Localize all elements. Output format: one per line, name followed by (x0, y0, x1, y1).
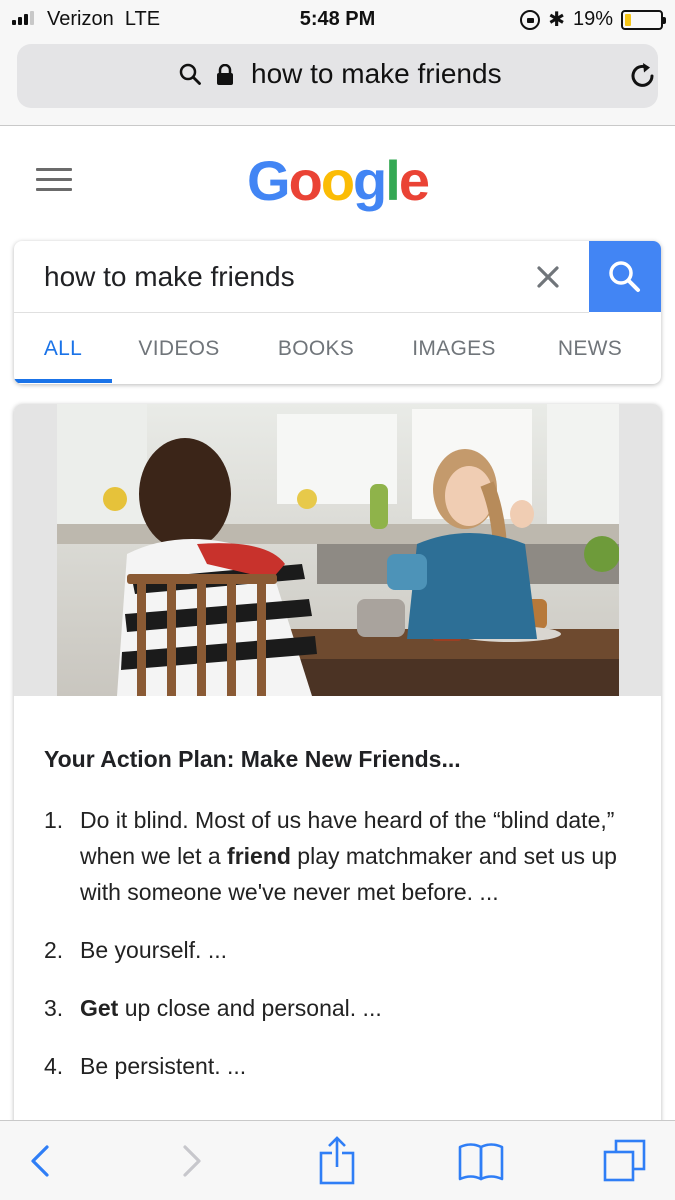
step-item: 1. Do it blind. Most of us have heard of … (44, 802, 624, 910)
battery-icon (621, 9, 666, 30)
bluetooth-icon: ✱ (548, 9, 565, 31)
share-icon[interactable] (312, 1135, 362, 1187)
carrier-label: Verizon LTE (47, 8, 161, 30)
action-steps-list: 1. Do it blind. Most of us have heard of … (44, 802, 624, 1106)
logo-letter: e (398, 149, 430, 212)
step-item: 4. Be persistent. ... (44, 1048, 624, 1084)
step-number: 3. (44, 995, 64, 1021)
step-item: 3. Get up close and personal. ... (44, 990, 624, 1026)
logo-letter: g (353, 149, 387, 212)
tab-videos[interactable]: VIDEOS (126, 313, 232, 384)
address-text[interactable]: how to make friends (251, 58, 502, 90)
bookmarks-icon[interactable] (456, 1135, 506, 1187)
tab-all[interactable]: ALL (14, 313, 112, 384)
active-tab-indicator (14, 379, 112, 383)
tabs-icon[interactable] (600, 1135, 650, 1187)
back-icon[interactable] (16, 1135, 66, 1187)
step-number: 2. (44, 937, 64, 963)
status-indicators: ✱ 19% (520, 7, 666, 32)
search-box-card: ALL VIDEOS BOOKS IMAGES NEWS (14, 241, 661, 384)
logo-letter: o (288, 149, 323, 212)
forward-icon[interactable] (166, 1135, 216, 1187)
rotation-lock-icon (520, 9, 541, 30)
step-text: Be yourself. ... (80, 937, 228, 963)
step-highlight: Get (80, 995, 119, 1021)
tab-books[interactable]: BOOKS (266, 313, 366, 384)
browser-chrome: how to make friends (0, 38, 675, 126)
browser-toolbar (0, 1120, 675, 1200)
search-tabs: ALL VIDEOS BOOKS IMAGES NEWS (14, 313, 661, 384)
tab-news[interactable]: NEWS (544, 313, 636, 384)
search-icon (179, 63, 201, 85)
step-item: 2. Be yourself. ... (44, 932, 624, 968)
photo-frame (14, 404, 661, 696)
clear-icon[interactable] (534, 263, 562, 291)
battery-percent: 19% (572, 8, 613, 30)
logo-letter: l (385, 149, 401, 212)
reload-icon[interactable] (627, 60, 659, 92)
featured-snippet-card: Your Action Plan: Make New Friends... 1.… (14, 404, 661, 1134)
result-image[interactable] (57, 404, 619, 696)
status-bar: Verizon LTE 5:48 PM ✱ 19% (0, 0, 675, 38)
google-logo[interactable]: Google (0, 148, 675, 213)
step-text: Be persistent. ... (80, 1053, 247, 1079)
step-text: up close and personal. ... (118, 995, 382, 1021)
lock-icon (217, 64, 233, 85)
result-title[interactable]: Your Action Plan: Make New Friends... (44, 746, 461, 773)
battery-fill (625, 13, 632, 26)
search-input[interactable] (14, 241, 589, 312)
address-bar[interactable]: how to make friends (17, 44, 658, 108)
step-number: 4. (44, 1053, 64, 1079)
search-icon (609, 260, 640, 292)
tab-images[interactable]: IMAGES (402, 313, 506, 384)
signal-strength-icon (12, 11, 34, 25)
step-number: 1. (44, 807, 64, 833)
search-button[interactable] (589, 241, 661, 312)
logo-letter: G (247, 149, 291, 212)
step-highlight: friend (227, 843, 291, 869)
result-image-illustration (57, 404, 619, 696)
logo-letter: o (320, 149, 355, 212)
